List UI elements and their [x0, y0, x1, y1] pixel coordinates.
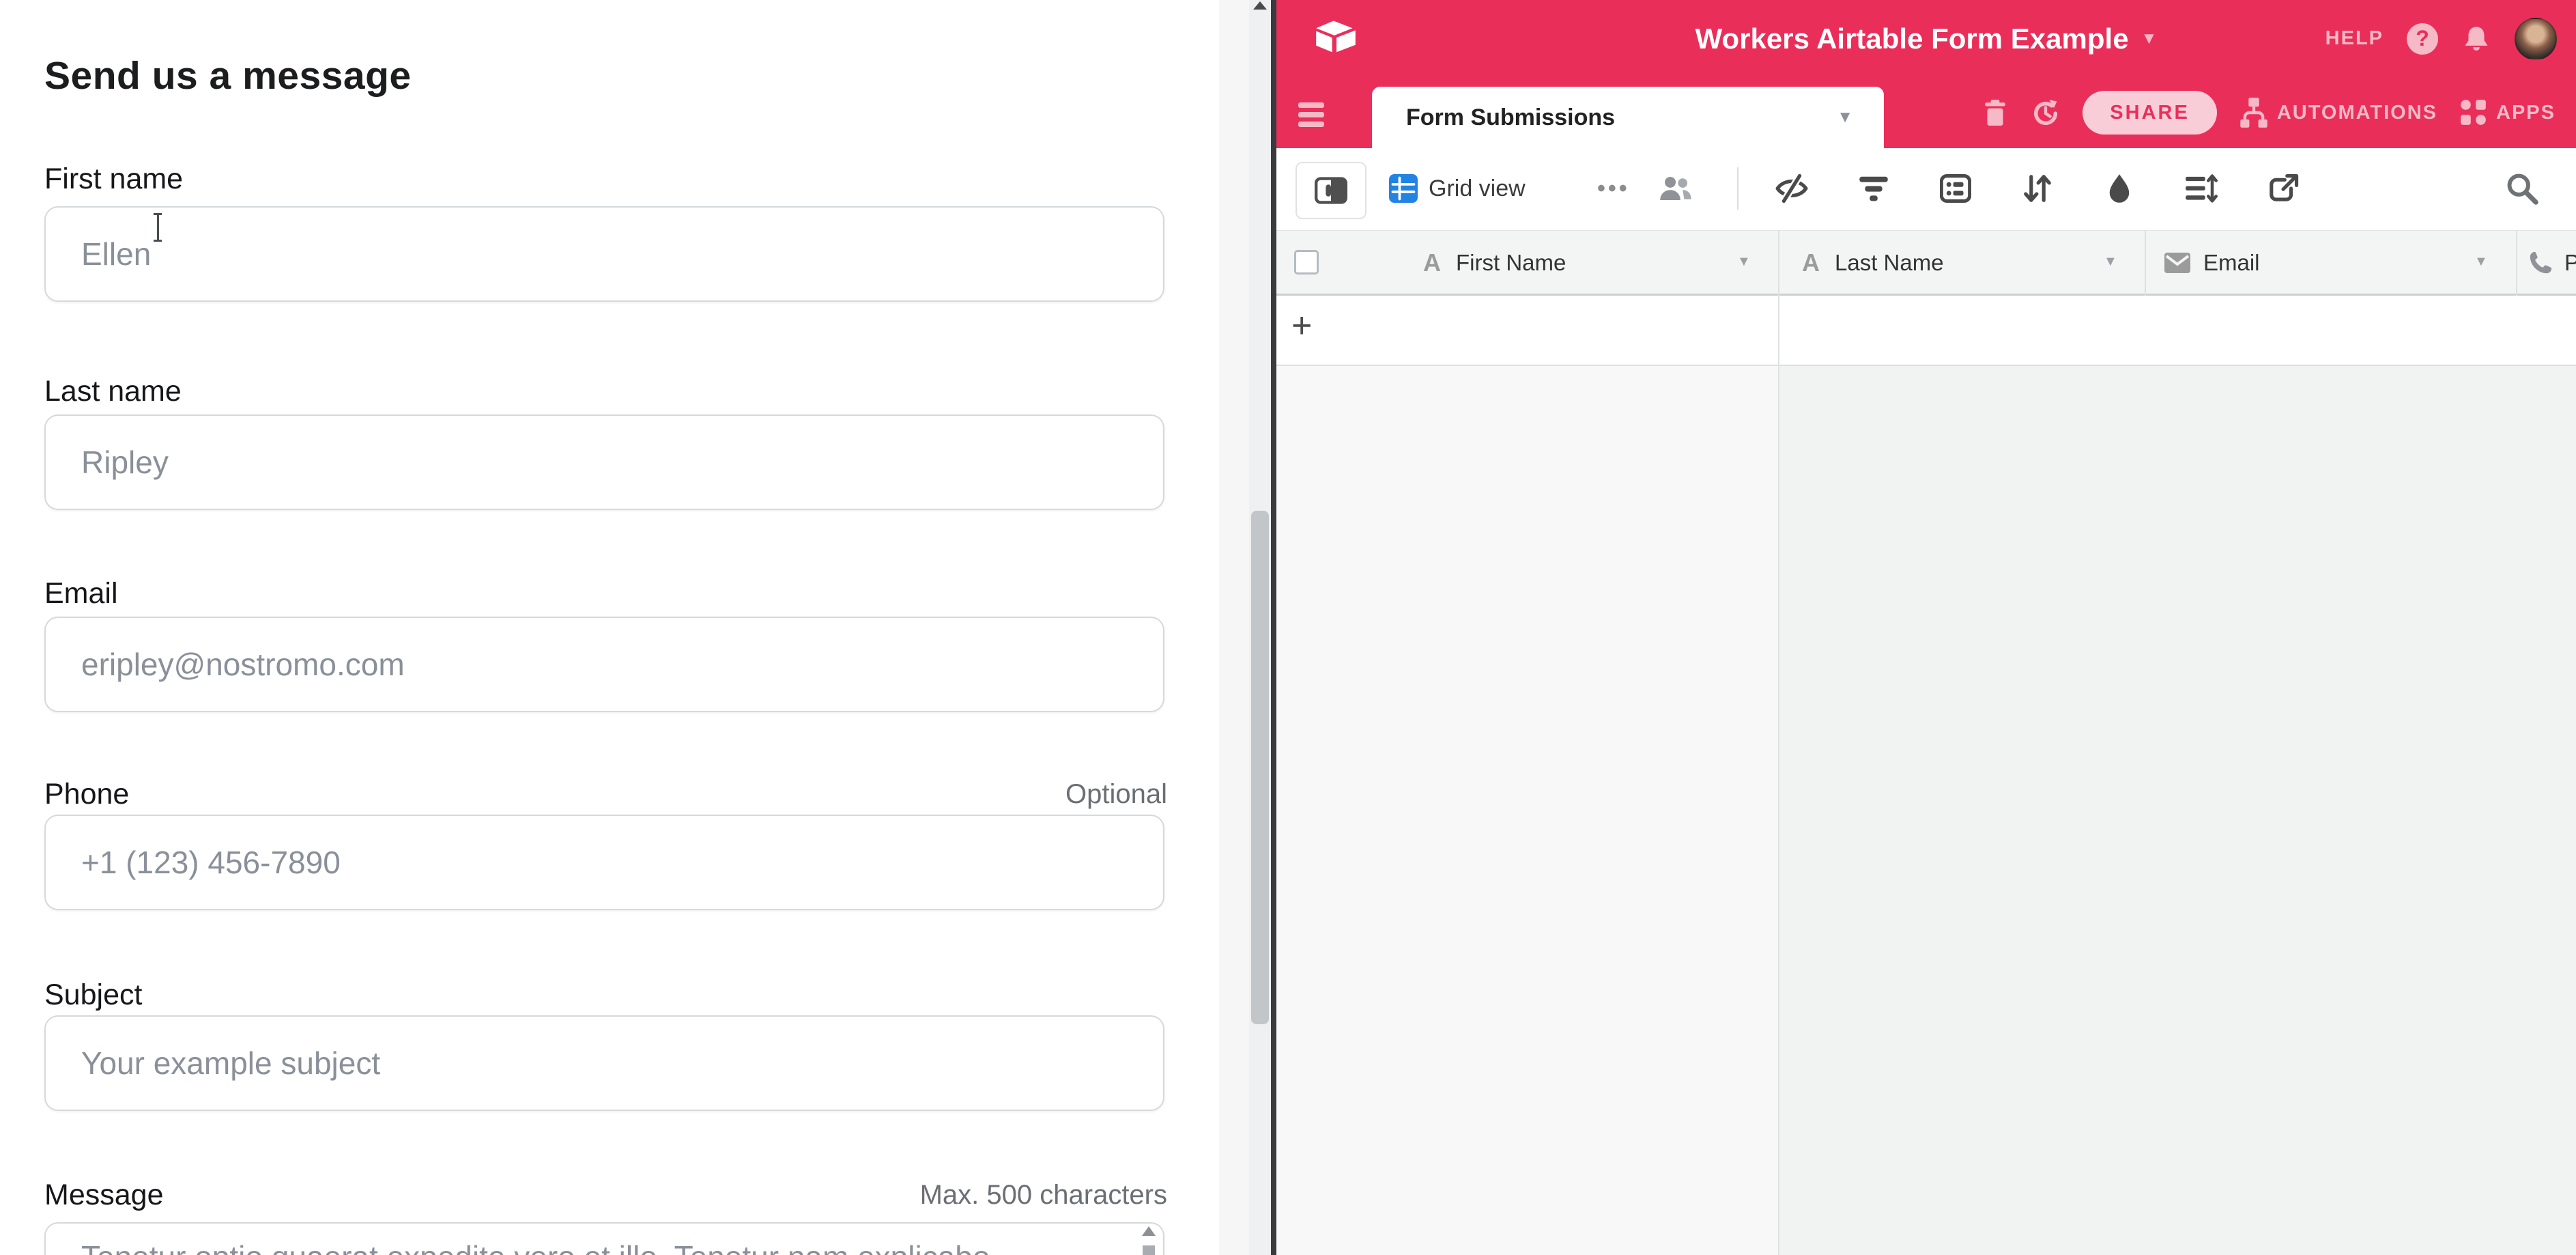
column-header-first-name[interactable]: A First Name — [1423, 231, 1764, 294]
automations-button[interactable]: AUTOMATIONS — [2239, 97, 2437, 128]
phone-label: Phone — [44, 778, 129, 810]
question-mark-icon[interactable]: ? — [2407, 23, 2438, 55]
field-last-name: Last name — [44, 375, 1167, 410]
column-name: Email — [2203, 250, 2260, 276]
column-name: P — [2564, 250, 2576, 276]
row-height-button[interactable] — [2182, 169, 2220, 208]
help-button[interactable]: HELP — [2325, 27, 2384, 50]
filter-button[interactable] — [1855, 169, 1893, 208]
column-header-phone[interactable]: P — [2528, 231, 2576, 294]
notifications-bell-icon[interactable] — [2461, 24, 2491, 54]
scroll-up-arrow-icon[interactable] — [1142, 1226, 1156, 1236]
text-field-type-icon: A — [1802, 249, 1820, 277]
table-tab-form-submissions[interactable]: Form Submissions ▼ — [1372, 87, 1884, 148]
view-toolbar: Grid view ••• — [1276, 148, 2576, 231]
text-cursor — [152, 213, 164, 242]
column-name: First Name — [1456, 250, 1566, 276]
share-button[interactable]: SHARE — [2083, 91, 2217, 135]
email-field-type-icon — [2164, 252, 2191, 274]
hide-fields-button[interactable] — [1773, 169, 1811, 208]
column-caret-icon[interactable]: ▼ — [1737, 254, 1751, 270]
grid-view-button[interactable]: Grid view — [1389, 148, 1526, 229]
subject-field[interactable] — [44, 1015, 1164, 1111]
screenshot-root: Send us a message First name Last name E… — [0, 0, 2576, 1255]
window-splitter-handle[interactable] — [1271, 0, 1276, 1255]
empty-grid-area-right — [1778, 366, 2576, 1255]
column-header-email[interactable]: Email — [2164, 231, 2450, 294]
view-more-icon[interactable]: ••• — [1597, 148, 1630, 229]
select-all-checkbox[interactable] — [1294, 250, 1319, 274]
message-scroll-thumb[interactable] — [1143, 1245, 1155, 1255]
airtable-top-bar: Workers Airtable Form Example ▼ HELP ? — [1276, 0, 2576, 77]
scrollbar-up-arrow-icon[interactable] — [1253, 1, 1267, 10]
automations-label: AUTOMATIONS — [2277, 102, 2437, 124]
phone-field-type-icon — [2528, 250, 2553, 276]
toolbar-divider — [1737, 167, 1738, 210]
apps-button[interactable]: APPS — [2459, 98, 2556, 127]
phone-optional-hint: Optional — [1065, 779, 1167, 810]
airtable-logo-icon[interactable] — [1314, 18, 1358, 56]
field-phone: Phone Optional — [44, 778, 1167, 813]
subject-label: Subject — [44, 978, 142, 1011]
base-title-caret-icon[interactable]: ▼ — [2141, 29, 2158, 48]
share-label: SHARE — [2110, 102, 2190, 124]
column-caret-icon[interactable]: ▼ — [2104, 254, 2117, 270]
share-view-button[interactable] — [2264, 169, 2302, 208]
column-gridline — [2516, 230, 2517, 296]
automations-flowchart-icon — [2239, 97, 2269, 128]
collaborators-icon[interactable] — [1659, 148, 1693, 229]
group-button[interactable] — [1936, 169, 1975, 208]
apps-grid-icon — [2459, 98, 2488, 127]
page-scrollbar[interactable] — [1249, 0, 1271, 1255]
history-icon[interactable] — [2031, 98, 2061, 128]
page-scroll-thumb[interactable] — [1251, 511, 1269, 1024]
field-first-name: First name — [44, 163, 1167, 198]
sidebar-toggle-icon — [1315, 177, 1347, 204]
column-caret-icon[interactable]: ▼ — [2474, 254, 2488, 270]
message-placeholder: Tenetur optio quaerat expedite vero et i… — [81, 1239, 990, 1255]
field-message: Message Max. 500 characters — [44, 1179, 1167, 1214]
form-page-edge — [1219, 0, 1249, 1255]
empty-grid-area-left — [1276, 366, 1778, 1255]
table-tab-label: Form Submissions — [1406, 104, 1615, 131]
trash-icon[interactable] — [1981, 98, 2009, 127]
last-name-label: Last name — [44, 375, 182, 408]
frozen-column-gridline — [1778, 230, 1779, 1255]
message-textarea[interactable]: Tenetur optio quaerat expedite vero et i… — [44, 1222, 1164, 1255]
column-name: Last Name — [1835, 250, 1944, 276]
add-record-row[interactable]: + — [1276, 296, 2576, 366]
color-button[interactable] — [2100, 169, 2138, 208]
first-name-label: First name — [44, 163, 183, 195]
field-email: Email — [44, 577, 1167, 612]
form-title: Send us a message — [44, 53, 412, 98]
search-icon[interactable] — [2505, 148, 2539, 229]
first-name-input[interactable] — [44, 206, 1164, 302]
field-subject: Subject — [44, 978, 1167, 1014]
airtable-pane: Workers Airtable Form Example ▼ HELP ? F… — [1276, 0, 2576, 1255]
column-header-last-name[interactable]: A Last Name — [1802, 231, 2089, 294]
grid-view-icon — [1389, 174, 1418, 203]
table-header-row: A First Name ▼ A Last Name ▼ Email ▼ — [1276, 230, 2576, 296]
message-maxchars-hint: Max. 500 characters — [920, 1180, 1167, 1211]
apps-label: APPS — [2496, 102, 2556, 124]
sidebar-toggle-button[interactable] — [1296, 162, 1366, 219]
message-scrollbar[interactable] — [1140, 1226, 1158, 1255]
contact-form-pane: Send us a message First name Last name E… — [0, 0, 1219, 1255]
sort-button[interactable] — [2018, 169, 2057, 208]
column-gridline — [2145, 230, 2146, 296]
last-name-input[interactable] — [44, 414, 1164, 510]
base-title[interactable]: Workers Airtable Form Example — [1695, 23, 2129, 55]
phone-field[interactable] — [44, 815, 1164, 910]
user-avatar[interactable] — [2515, 18, 2557, 60]
add-record-plus-icon[interactable]: + — [1291, 305, 1312, 346]
email-field[interactable] — [44, 617, 1164, 712]
grid-view-label: Grid view — [1429, 175, 1526, 202]
table-tab-caret-icon[interactable]: ▼ — [1837, 108, 1853, 127]
hamburger-menu-icon[interactable] — [1298, 102, 1324, 127]
text-field-type-icon: A — [1423, 249, 1441, 277]
message-label: Message — [44, 1179, 163, 1211]
email-label: Email — [44, 577, 118, 610]
